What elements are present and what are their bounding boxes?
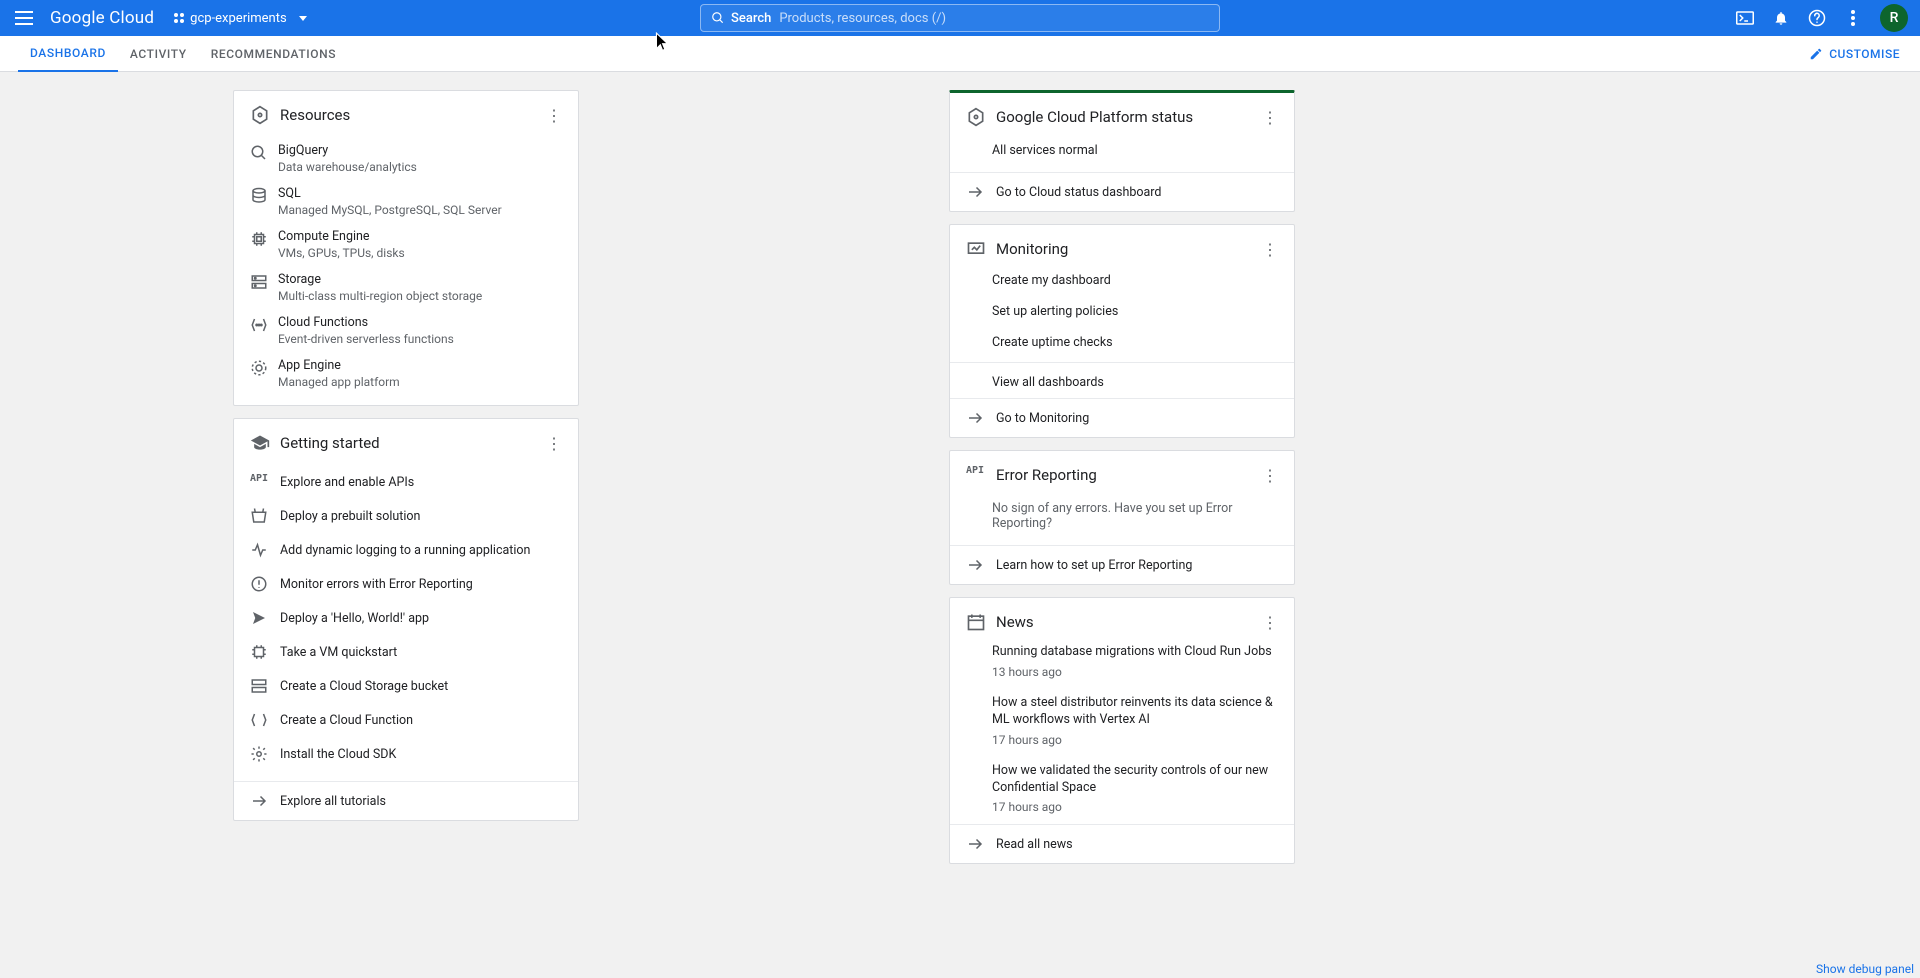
pencil-icon <box>1809 47 1823 61</box>
hexagon-icon <box>250 105 270 125</box>
project-picker[interactable]: gcp-experiments <box>174 11 307 26</box>
tab-dashboard[interactable]: DASHBOARD <box>18 36 118 72</box>
gs-hello[interactable]: Deploy a 'Hello, World!' app <box>234 601 578 635</box>
magnify-icon <box>250 144 268 162</box>
card-monitoring: Monitoring ⋮ Create my dashboard Set up … <box>949 224 1295 438</box>
tab-recommendations[interactable]: RECOMMENDATIONS <box>199 36 348 72</box>
card-title: Monitoring <box>996 240 1068 258</box>
arrow-right-icon <box>250 792 268 810</box>
search-placeholder: Products, resources, docs (/) <box>779 11 946 26</box>
news-icon <box>966 612 986 632</box>
card-title: Error Reporting <box>996 466 1097 484</box>
database-icon <box>250 187 268 205</box>
chevron-down-icon <box>299 16 307 21</box>
kebab-icon[interactable]: ⋮ <box>546 434 562 453</box>
mon-view-all[interactable]: View all dashboards <box>950 367 1294 398</box>
news-item[interactable]: How we validated the security controls o… <box>950 757 1294 825</box>
resource-functions[interactable]: Cloud FunctionsEvent-driven serverless f… <box>234 309 578 352</box>
kebab-icon[interactable]: ⋮ <box>546 106 562 125</box>
read-all-news[interactable]: Read all news <box>950 824 1294 863</box>
arrow-right-icon <box>966 409 984 427</box>
card-resources: Resources ⋮ BigQueryData warehouse/analy… <box>233 90 579 406</box>
kebab-icon[interactable]: ⋮ <box>1262 108 1278 127</box>
storage-icon <box>250 677 268 695</box>
resource-appengine[interactable]: App EngineManaged app platform <box>234 352 578 395</box>
card-title: Google Cloud Platform status <box>996 108 1193 126</box>
mon-create-dashboard[interactable]: Create my dashboard <box>950 265 1294 296</box>
logging-icon <box>250 541 268 559</box>
graduation-icon <box>250 433 270 453</box>
avatar[interactable]: R <box>1880 4 1908 32</box>
gs-bucket[interactable]: Create a Cloud Storage bucket <box>234 669 578 703</box>
more-icon[interactable] <box>1844 9 1862 27</box>
card-title: Getting started <box>280 434 380 452</box>
storage-icon <box>250 273 268 291</box>
mon-alerting[interactable]: Set up alerting policies <box>950 296 1294 327</box>
news-item[interactable]: How a steel distributor reinvents its da… <box>950 689 1294 757</box>
mon-uptime[interactable]: Create uptime checks <box>950 327 1294 358</box>
search-icon <box>711 11 725 25</box>
logo-google: Google <box>50 8 105 28</box>
appengine-icon <box>250 359 268 377</box>
kebab-icon[interactable]: ⋮ <box>1262 466 1278 485</box>
monitoring-icon <box>966 239 986 259</box>
resource-sql[interactable]: SQLManaged MySQL, PostgreSQL, SQL Server <box>234 180 578 223</box>
card-status: Google Cloud Platform status ⋮ All servi… <box>949 90 1295 212</box>
basket-icon <box>250 507 268 525</box>
card-news: News ⋮ Running database migrations with … <box>949 597 1295 864</box>
search-label: Search <box>731 11 771 26</box>
api-icon: API <box>966 465 986 485</box>
explore-tutorials[interactable]: Explore all tutorials <box>234 781 578 820</box>
kebab-icon[interactable]: ⋮ <box>1262 240 1278 259</box>
api-icon: API <box>250 473 268 491</box>
hexagon-icon <box>966 107 986 127</box>
error-icon <box>250 575 268 593</box>
tab-activity[interactable]: ACTIVITY <box>118 36 199 72</box>
function-icon <box>250 316 268 334</box>
notifications-icon[interactable] <box>1772 9 1790 27</box>
logo-cloud: Cloud <box>109 8 154 28</box>
gs-apis[interactable]: APIExplore and enable APIs <box>234 465 578 499</box>
help-icon[interactable] <box>1808 9 1826 27</box>
arrow-right-icon <box>966 835 984 853</box>
card-error-reporting: API Error Reporting ⋮ No sign of any err… <box>949 450 1295 585</box>
goto-monitoring[interactable]: Go to Monitoring <box>950 398 1294 437</box>
resource-bigquery[interactable]: BigQueryData warehouse/analytics <box>234 137 578 180</box>
gs-vm[interactable]: Take a VM quickstart <box>234 635 578 669</box>
deploy-icon <box>250 609 268 627</box>
cloud-shell-icon[interactable] <box>1736 9 1754 27</box>
resource-storage[interactable]: StorageMulti-class multi-region object s… <box>234 266 578 309</box>
logo[interactable]: Google Cloud <box>50 8 154 28</box>
gs-prebuilt[interactable]: Deploy a prebuilt solution <box>234 499 578 533</box>
learn-error-reporting[interactable]: Learn how to set up Error Reporting <box>950 545 1294 584</box>
menu-icon[interactable] <box>12 6 36 30</box>
gs-sdk[interactable]: Install the Cloud SDK <box>234 737 578 771</box>
gs-logging[interactable]: Add dynamic logging to a running applica… <box>234 533 578 567</box>
gear-icon <box>250 745 268 763</box>
gs-errors[interactable]: Monitor errors with Error Reporting <box>234 567 578 601</box>
kebab-icon[interactable]: ⋮ <box>1262 613 1278 632</box>
resource-compute[interactable]: Compute EngineVMs, GPUs, TPUs, disks <box>234 223 578 266</box>
card-title: News <box>996 613 1034 631</box>
function-icon <box>250 711 268 729</box>
customise-button[interactable]: CUSTOMISE <box>1809 47 1900 61</box>
chip-icon <box>250 230 268 248</box>
card-getting-started: Getting started ⋮ APIExplore and enable … <box>233 418 579 821</box>
card-title: Resources <box>280 106 350 124</box>
tab-bar: DASHBOARD ACTIVITY RECOMMENDATIONS CUSTO… <box>0 36 1920 72</box>
arrow-right-icon <box>966 556 984 574</box>
error-text: No sign of any errors. Have you set up E… <box>950 491 1294 545</box>
goto-status[interactable]: Go to Cloud status dashboard <box>950 172 1294 211</box>
news-item[interactable]: Running database migrations with Cloud R… <box>950 638 1294 689</box>
project-icon <box>174 13 184 23</box>
chip-icon <box>250 643 268 661</box>
arrow-right-icon <box>966 183 984 201</box>
top-bar: Google Cloud gcp-experiments Search Prod… <box>0 0 1920 36</box>
gs-function[interactable]: Create a Cloud Function <box>234 703 578 737</box>
show-debug-panel[interactable]: Show debug panel <box>1816 962 1914 976</box>
search-input[interactable]: Search Products, resources, docs (/) <box>700 4 1220 32</box>
status-text: All services normal <box>950 133 1294 172</box>
project-name: gcp-experiments <box>190 11 287 26</box>
